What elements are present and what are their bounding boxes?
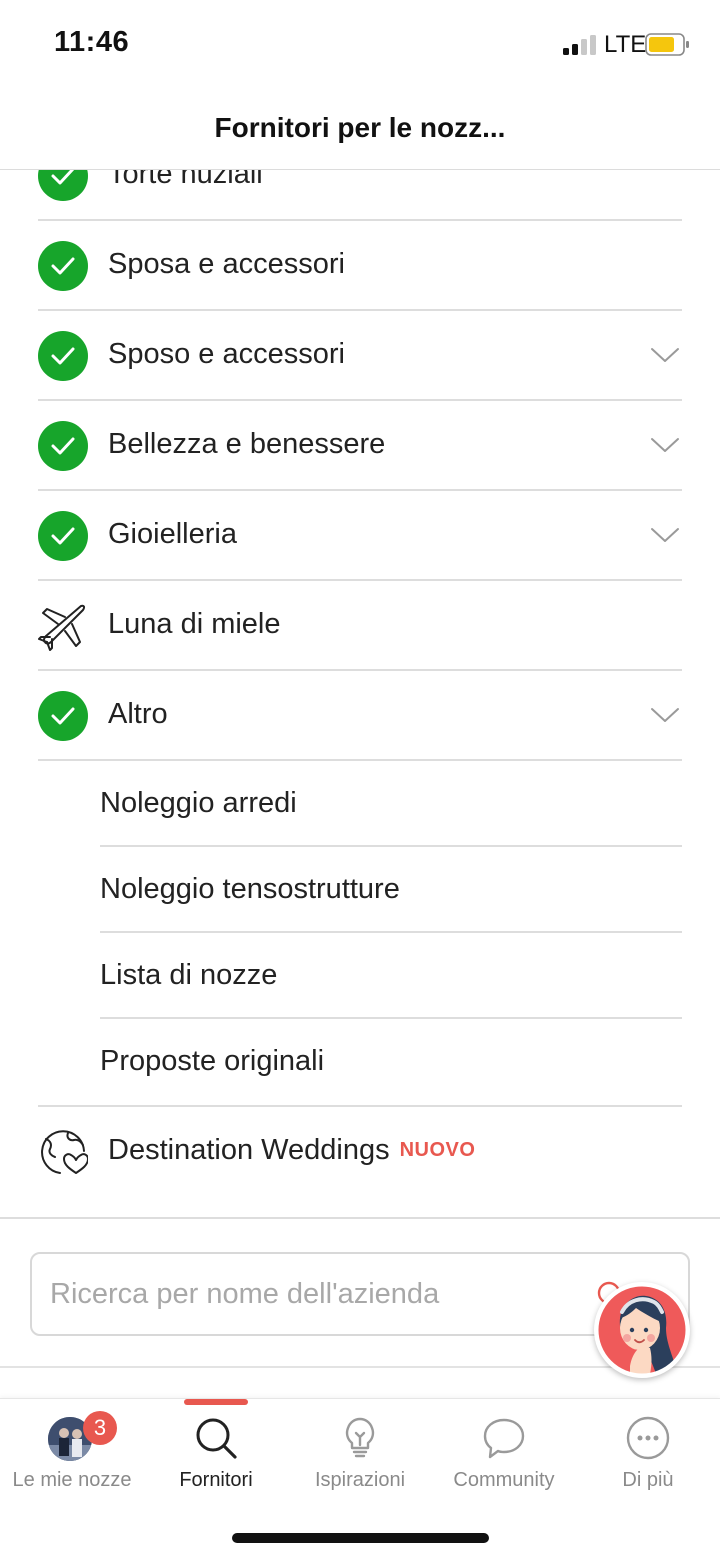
chevron-down-icon[interactable]: [650, 706, 680, 724]
subcategory-row[interactable]: Noleggio arredi: [100, 761, 682, 847]
category-row-sposa-accessori[interactable]: Sposa e accessori: [38, 221, 682, 311]
category-label: Gioielleria: [108, 518, 237, 550]
search-input[interactable]: [50, 1254, 590, 1334]
category-row-luna-di-miele[interactable]: Luna di miele: [38, 581, 682, 671]
tab-label: Community: [453, 1469, 555, 1491]
chat-bubble-icon: [481, 1415, 527, 1466]
subcategory-label: Noleggio tensostrutture: [100, 873, 400, 905]
category-list: Torte nuziali Sposa e accessori Sposo e …: [0, 131, 720, 1197]
tab-ispirazioni[interactable]: Ispirazioni: [288, 1399, 432, 1509]
carrier-label: LTE: [604, 31, 647, 58]
subcategory-row[interactable]: Proposte originali: [100, 1019, 682, 1105]
subcategory-label: Proposte originali: [100, 1045, 325, 1077]
status-bar: 11:46 LTE: [0, 0, 720, 88]
check-icon: [38, 421, 88, 471]
subcategory-label: Lista di nozze: [100, 959, 278, 991]
tab-di-piu[interactable]: Di più: [576, 1399, 720, 1509]
more-icon: [625, 1415, 671, 1466]
tab-fornitori[interactable]: Fornitori: [144, 1399, 288, 1509]
category-label: Altro: [108, 698, 168, 730]
category-row-altro[interactable]: Altro: [38, 671, 682, 761]
tab-community[interactable]: Community: [432, 1399, 576, 1509]
tab-le-mie-nozze[interactable]: 3 Le mie nozze: [0, 1399, 144, 1509]
chevron-down-icon[interactable]: [650, 436, 680, 454]
tab-label: Le mie nozze: [12, 1469, 132, 1491]
category-row-destination-weddings[interactable]: Destination Weddings NUOVO: [38, 1107, 682, 1197]
battery-icon: [645, 33, 690, 56]
tab-label: Fornitori: [179, 1469, 253, 1491]
nav-header: Fornitori per le nozz...: [0, 88, 720, 170]
check-icon: [38, 691, 88, 741]
assistant-avatar-button[interactable]: [594, 1282, 690, 1378]
category-label: Destination Weddings NUOVO: [108, 1134, 475, 1167]
divider: [0, 1217, 720, 1219]
tab-label: Di più: [622, 1469, 674, 1491]
search-icon: [193, 1415, 239, 1466]
signal-icon: [563, 35, 599, 55]
page-title: Fornitori per le nozz...: [214, 112, 506, 143]
category-label: Luna di miele: [108, 608, 281, 640]
new-badge: NUOVO: [399, 1139, 476, 1161]
check-icon: [38, 331, 88, 381]
subcategory-label: Noleggio arredi: [100, 787, 297, 819]
check-icon: [38, 511, 88, 561]
globe-heart-icon: [38, 1127, 89, 1177]
category-label: Sposo e accessori: [108, 338, 345, 370]
notification-badge: 3: [83, 1411, 117, 1445]
assistant-avatar-icon: [595, 1283, 689, 1377]
search-box[interactable]: [30, 1252, 690, 1336]
lightbulb-icon: [337, 1415, 383, 1466]
category-row-bellezza-benessere[interactable]: Bellezza e benessere: [38, 401, 682, 491]
subcategory-row[interactable]: Noleggio tensostrutture: [100, 847, 682, 933]
airplane-icon: [38, 601, 88, 651]
category-row-sposo-accessori[interactable]: Sposo e accessori: [38, 311, 682, 401]
tab-label: Ispirazioni: [314, 1469, 406, 1491]
category-label: Sposa e accessori: [108, 248, 345, 280]
status-time: 11:46: [54, 26, 130, 58]
subcategory-row[interactable]: Lista di nozze: [100, 933, 682, 1019]
check-icon: [38, 241, 88, 291]
destination-label: Destination Weddings: [108, 1134, 390, 1166]
home-indicator: [232, 1533, 489, 1543]
category-label: Bellezza e benessere: [108, 428, 386, 460]
chevron-down-icon[interactable]: [650, 526, 680, 544]
chevron-down-icon[interactable]: [650, 346, 680, 364]
category-row-gioielleria[interactable]: Gioielleria: [38, 491, 682, 581]
